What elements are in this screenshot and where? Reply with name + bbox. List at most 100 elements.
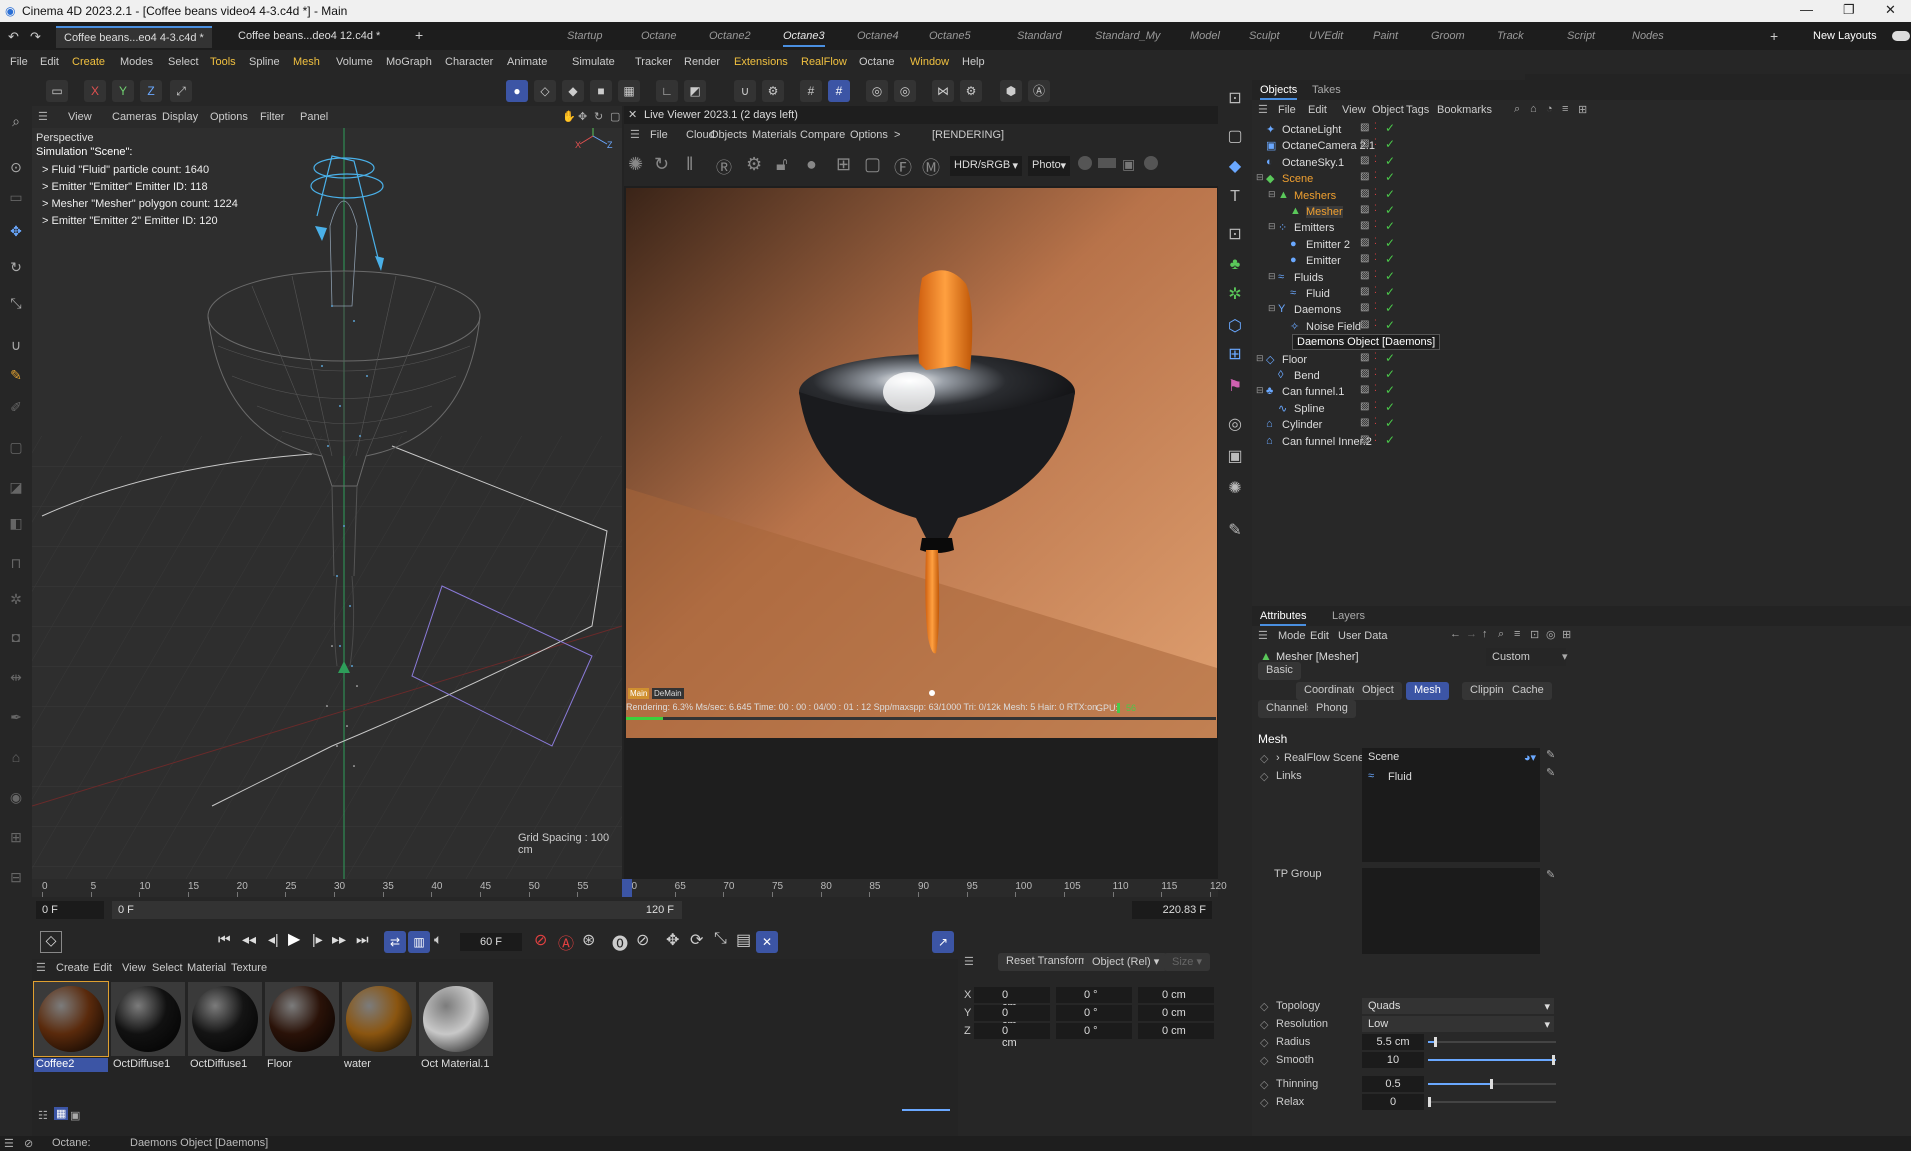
zoom-slider[interactable] [902,1109,950,1111]
record-icon[interactable]: ⊘ [534,930,547,950]
enabled-check-icon[interactable]: ✓ [1385,367,1395,381]
sphere-icon[interactable] [1144,156,1158,170]
autokey-icon[interactable]: Ⓐ [558,930,574,954]
key-settings-icon[interactable]: ⊛ [582,930,595,950]
param-slider-relax[interactable] [1428,1097,1556,1107]
edges-mode-icon[interactable]: ◇ [534,80,556,102]
layout-tab-uvedit[interactable]: UVEdit [1309,30,1343,42]
reset-transform-button[interactable]: Reset Transform [998,953,1096,971]
size-mode-select[interactable]: Size ▾ [1164,953,1210,971]
slider-knob[interactable] [1428,1097,1431,1107]
layer-edit-icon[interactable]: ▨ [1360,352,1369,363]
material-swatch[interactable]: Floor [265,982,339,1074]
visibility-dots[interactable]: ⁚ [1374,121,1377,132]
snap-settings-icon[interactable]: ⚙ [762,80,784,102]
coord-rot-field[interactable]: 0 ° [1056,1005,1132,1021]
viewport-menu-panel[interactable]: Panel [300,111,328,123]
prop-tab-basic[interactable]: Basic [1258,662,1301,680]
material-swatch[interactable]: OctDiffuse1 [188,982,262,1074]
menu-tracker[interactable]: Tracker [635,56,672,68]
layout-tab-startup[interactable]: Startup [567,30,602,42]
collapse-icon[interactable]: ⊟ [1256,353,1264,364]
object-mode-icon[interactable]: ■ [590,80,612,102]
send-scene-icon[interactable]: ✺ [628,154,643,175]
layer-edit-icon[interactable]: ▨ [1360,401,1369,412]
move-tool-icon[interactable]: ✥ [5,220,27,242]
go-end-icon[interactable]: ⏭ [356,931,369,948]
timeline[interactable]: 0510152025303540455055606570758085909510… [32,879,1227,925]
doc-tab-2[interactable]: Coffee beans...deo4 12.c4d * [230,26,388,48]
magnet-icon[interactable]: ∪ [734,80,756,102]
knife-tool-icon[interactable]: ▢ [5,436,27,458]
paint-tool-icon[interactable]: ✎ [5,364,27,386]
search-icon[interactable]: ⌕ [1498,628,1504,641]
realflow-scene-field[interactable]: Scene ◕▾ [1362,748,1540,766]
coord-menu-icon[interactable]: ☰ [964,955,974,968]
live-menu-objects[interactable]: Objects [710,129,747,141]
object-menu-object[interactable]: Object [1372,104,1404,116]
coord-system-icon[interactable]: ⤢ [170,80,192,102]
fps-field[interactable]: 60 F [460,933,522,951]
param-slider-thinning[interactable] [1428,1079,1556,1089]
menu-modes[interactable]: Modes [120,56,153,68]
enabled-check-icon[interactable]: ✓ [1385,203,1395,217]
material-picker-icon[interactable]: Ⓜ [922,154,940,180]
light-rig-icon[interactable]: ✺ [1224,478,1246,500]
points-mode-icon[interactable]: ● [506,80,528,102]
menu-extensions[interactable]: Extensions [734,56,788,68]
enabled-check-icon[interactable]: ✓ [1385,236,1395,250]
pick-icon[interactable]: ✎ [1546,868,1555,881]
live-menu-materials[interactable]: Materials [752,129,797,141]
visibility-dots[interactable]: ⁚ [1374,170,1377,181]
octane-icon[interactable]: ⬢ [1000,80,1022,102]
slide-tool-icon[interactable]: ⇹ [5,666,27,688]
material-ball-icon[interactable]: ● [806,154,817,175]
render-image[interactable] [626,188,1217,738]
region-render-icon[interactable]: Ⓡ [716,154,732,178]
menu-animate[interactable]: Animate [507,56,547,68]
orbit-view-icon[interactable]: ↻ [594,110,603,123]
visibility-dots[interactable]: ⁚ [1374,236,1377,247]
keyframe-diamond-icon[interactable]: ◇ [1260,770,1268,783]
prop-tab-mesh[interactable]: Mesh [1406,682,1449,700]
enabled-check-icon[interactable]: ✓ [1385,416,1395,430]
visibility-dots[interactable]: ⁚ [1374,433,1377,444]
slider-knob[interactable] [1434,1037,1438,1047]
tp-group-list[interactable] [1362,868,1540,954]
material-menu-icon[interactable]: ☰ [36,961,46,974]
visibility-dots[interactable]: ⁚ [1374,137,1377,148]
viewport-menu-options[interactable]: Options [210,111,248,123]
preview-view-icon[interactable]: ▣ [70,1109,80,1122]
viewport-toggle-icon[interactable]: ▭ [46,80,68,102]
live-menu-file[interactable]: File [650,129,668,141]
layer-edit-icon[interactable]: ▨ [1360,237,1369,248]
tab-attributes[interactable]: Attributes [1260,610,1307,626]
brush-tool-icon[interactable]: ✐ [5,396,27,418]
octane-a-icon[interactable]: Ⓐ [1028,80,1050,102]
viewport-menu-display[interactable]: Display [162,111,198,123]
attr-menu-edit[interactable]: Edit [1310,630,1329,642]
coord-pos-field[interactable]: 0 cm [974,1023,1050,1049]
layer-edit-icon[interactable]: ▨ [1360,417,1369,428]
doc-tab-1[interactable]: Coffee beans...eo4 4-3.c4d * [56,26,212,48]
visibility-dots[interactable]: ⁚ [1374,154,1377,165]
material-menu-create[interactable]: Create [56,962,89,974]
layer-edit-icon[interactable]: ▨ [1360,171,1369,182]
sound-icon[interactable]: 🔈︎ [434,931,442,948]
visibility-dots[interactable]: ⁚ [1374,351,1377,362]
scale-tool-icon[interactable]: ⤡ [5,292,27,314]
viewport-menu-filter[interactable]: Filter [260,111,284,123]
key-pla-icon[interactable]: ✕ [756,931,778,953]
expand-icon[interactable]: ⊞ [1562,628,1571,641]
menu-create[interactable]: Create [72,56,105,68]
menu-mesh[interactable]: Mesh [293,56,320,68]
weld-tool-icon[interactable]: ✲ [5,588,27,610]
material-swatch[interactable]: Oct Material.1 [419,982,493,1074]
material-swatch[interactable]: OctDiffuse1 [111,982,185,1074]
coord-pos-field[interactable]: 0 cm [974,1005,1050,1031]
pan-icon[interactable]: ✋ [562,110,576,123]
links-list[interactable]: ≈ Fluid [1362,766,1540,862]
live-menu-compare[interactable]: Compare [800,129,845,141]
visibility-dots[interactable]: ⁚ [1374,269,1377,280]
keyframe-diamond-icon[interactable]: ◇ [1260,752,1268,765]
